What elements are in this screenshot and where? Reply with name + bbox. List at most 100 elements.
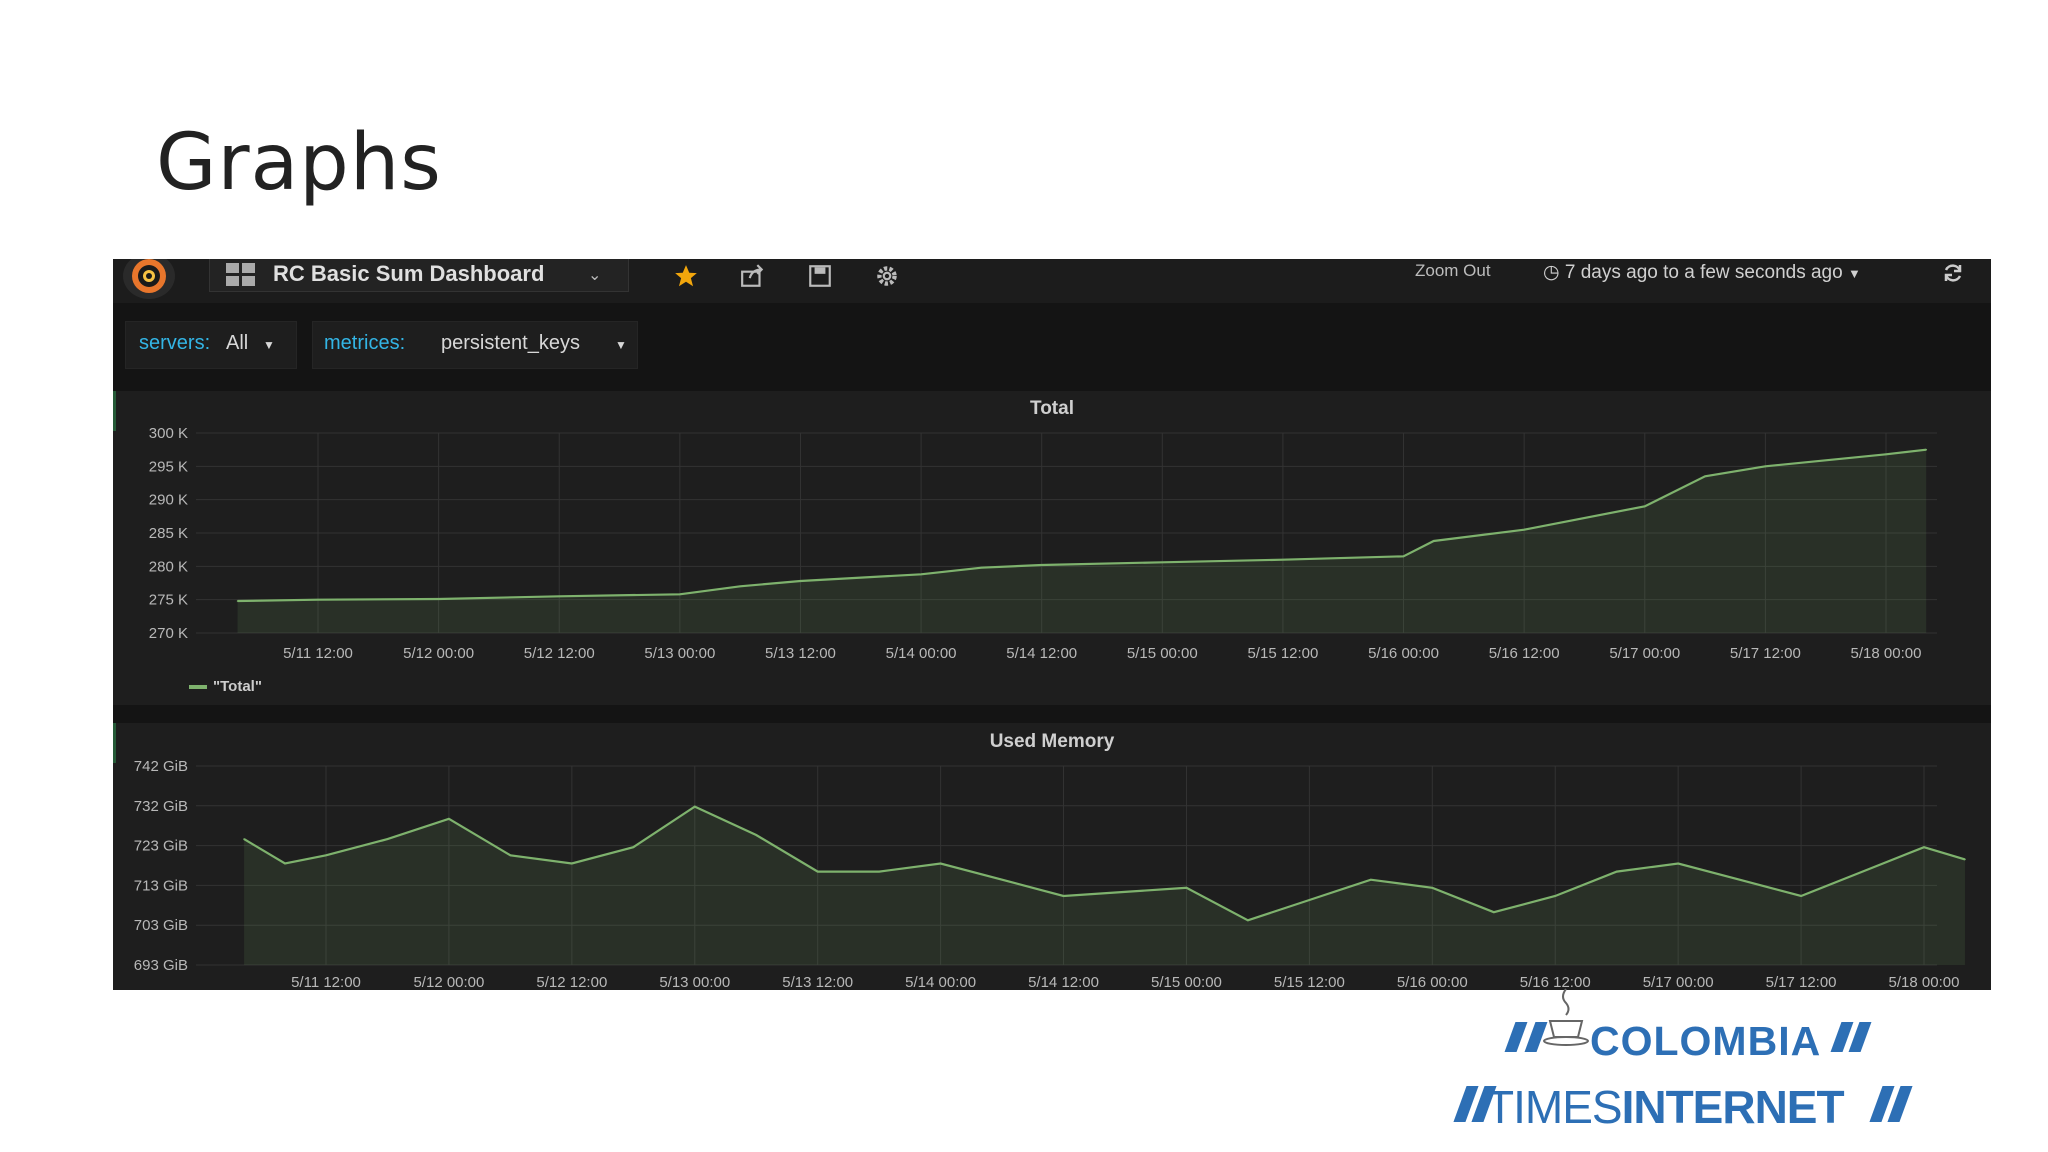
y-tick-label: 270 K [149,625,188,642]
x-tick-label: 5/15 12:00 [1274,974,1345,990]
data-point [1161,561,1164,564]
save-icon[interactable] [807,263,833,289]
data-point [739,585,741,588]
brand-times-internet: TIMESINTERNET [1486,1080,1845,1134]
data-point [878,870,880,873]
y-tick-label: 280 K [149,558,188,575]
brand-colombia: COLOMBIA [1590,1018,1822,1064]
data-point [386,838,389,840]
used-memory-chart: 742 GiB 732 GiB 723 GiB 713 GiB 703 GiB 693 G… [134,758,1966,990]
y-tick-label: 295 K [149,458,188,475]
data-point [1062,895,1065,897]
dashboard-grid-icon [226,263,255,286]
grafana-logo-icon[interactable] [123,259,175,299]
x-tick-label: 5/11 12:00 [291,974,361,990]
y-tick-label: 275 K [149,592,188,609]
x-tick-label: 5/15 00:00 [1127,645,1198,662]
data-point [1185,887,1188,889]
brand-times: TIMES [1486,1081,1623,1133]
gear-icon[interactable] [874,263,900,289]
data-point [1925,448,1928,451]
slide-title: Graphs [156,118,442,208]
star-icon[interactable] [673,263,699,289]
coffee-cup-icon [1543,988,1589,1046]
data-point [558,595,561,598]
time-range-label: 7 days ago to a few seconds ago [1564,262,1843,283]
legend-item[interactable]: "Total" [189,678,262,695]
x-tick-label: 5/12 00:00 [413,974,484,990]
share-icon[interactable] [740,263,766,289]
logo-slash [1848,1022,1872,1052]
x-tick-label: 5/14 12:00 [1028,974,1099,990]
data-point [509,854,512,857]
data-point [1402,555,1405,558]
caret-down-icon: ▼ [615,338,627,352]
dashboard-title: RC Basic Sum Dashboard [273,261,545,286]
data-point [693,805,696,808]
time-range-picker[interactable]: ◷ 7 days ago to a few seconds ago ▼ [1543,261,1861,284]
data-point [1964,858,1966,861]
x-tick-label: 5/17 00:00 [1609,645,1680,662]
metrices-label: metrices: [324,332,406,354]
data-point [1885,453,1887,456]
data-point [1764,465,1767,468]
data-point [1308,899,1311,901]
data-point [1554,895,1557,897]
x-tick-label: 5/15 00:00 [1151,974,1222,990]
x-tick-label: 5/12 12:00 [536,974,607,990]
y-tick-label: 742 GiB [134,758,188,775]
x-tick-label: 5/17 12:00 [1766,974,1837,990]
zoom-out-button[interactable]: Zoom Out [1415,261,1491,281]
data-point [571,862,573,865]
chevron-down-icon: ⌄ [588,267,602,284]
data-point [1800,895,1802,897]
data-point [799,580,802,582]
x-tick-label: 5/15 12:00 [1247,645,1318,662]
servers-label: servers: [139,332,211,354]
data-point [679,593,681,596]
data-point [632,846,635,849]
y-tick-label: 703 GiB [134,917,188,934]
metrices-variable[interactable]: metrices: persistent_keys ▼ [312,321,638,369]
data-point [1677,862,1679,865]
logo-slash [1504,1022,1528,1052]
x-tick-label: 5/13 00:00 [659,974,730,990]
data-point [317,598,319,601]
caret-down-icon: ▼ [1847,266,1861,281]
x-tick-label: 5/11 12:00 [283,645,353,662]
metrices-value: persistent_keys [441,332,580,354]
y-tick-label: 713 GiB [134,877,188,894]
x-tick-label: 5/16 12:00 [1489,645,1560,662]
data-point [243,838,245,840]
panel-used-memory[interactable]: Used Memory 742 GiB 732 GiB 723 GiB 713 GiB… [113,723,1991,990]
data-point [1431,887,1434,889]
data-point [755,834,758,836]
data-point [1523,528,1525,531]
panel-total[interactable]: Total 300 K 295 K 290 K 285 K 280 K 275 K 270 … [113,391,1991,705]
data-point [1492,911,1495,914]
y-tick-label: 693 GiB [134,957,188,974]
data-point [448,817,450,820]
data-point [437,598,440,600]
dashboard-title-dropdown[interactable]: RC Basic Sum Dashboard ⌄ [209,259,629,292]
data-point [1704,475,1706,478]
legend-label: "Total" [213,678,262,695]
clock-icon: ◷ [1543,262,1560,283]
y-tick-label: 723 GiB [134,838,188,855]
servers-variable[interactable]: servers: All ▼ [125,321,297,369]
x-tick-label: 5/13 00:00 [644,645,715,662]
total-chart: 300 K 295 K 290 K 285 K 280 K 275 K 270 K 5/11 … [149,425,1937,662]
x-tick-label: 5/16 00:00 [1368,645,1439,662]
data-point [284,862,286,865]
data-point [1247,919,1249,922]
data-point [1370,878,1372,881]
servers-value: All [226,332,249,354]
grafana-dashboard: RC Basic Sum Dashboard ⌄ Zoom Out ◷ 7 da… [113,259,1991,990]
refresh-icon[interactable] [1941,261,1965,285]
data-point [1432,540,1435,542]
x-tick-label: 5/18 00:00 [1889,974,1960,990]
x-tick-label: 5/13 12:00 [782,974,853,990]
x-tick-label: 5/14 00:00 [905,974,976,990]
data-point [1040,564,1043,566]
x-tick-label: 5/14 12:00 [1006,645,1077,662]
